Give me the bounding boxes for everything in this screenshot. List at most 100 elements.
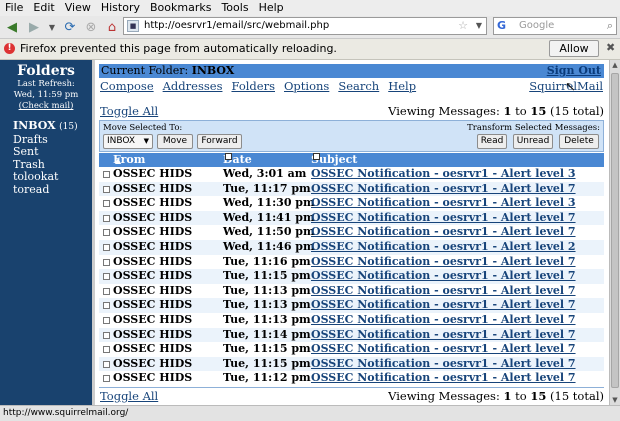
row-subject-link[interactable]: OSSEC Notification - oesrvr1 - Alert lev… [311, 211, 576, 226]
range-to: to [515, 104, 527, 118]
row-subject-link[interactable]: OSSEC Notification - oesrvr1 - Alert lev… [311, 196, 576, 211]
folder-toread[interactable]: toread [13, 183, 78, 197]
nav-options[interactable]: Options [284, 79, 329, 93]
read-button[interactable]: Read [477, 134, 507, 149]
row-checkbox[interactable] [103, 360, 110, 368]
row-subject-link[interactable]: OSSEC Notification - oesrvr1 - Alert lev… [311, 284, 576, 299]
table-row[interactable]: OSSEC HIDS Tue, 11:13 pm OSSEC Notificatio… [99, 313, 604, 328]
row-date: Tue, 11:15 pm [223, 342, 311, 356]
search-bar[interactable]: G Google ⌕ [493, 17, 617, 35]
row-checkbox[interactable] [103, 171, 110, 178]
bookmark-star-icon[interactable]: ☆ [458, 18, 468, 34]
row-checkbox[interactable] [103, 287, 110, 295]
row-checkbox[interactable] [103, 229, 110, 237]
table-row[interactable]: OSSEC HIDS Wed, 11:30 pm OSSEC Notificatio… [99, 196, 604, 211]
history-dropdown-icon[interactable]: ▼ [43, 18, 61, 36]
row-checkbox[interactable] [103, 302, 110, 310]
row-subject-link[interactable]: OSSEC Notification - oesrvr1 - Alert lev… [311, 342, 576, 357]
row-checkbox[interactable] [103, 214, 110, 222]
url-dropdown-icon[interactable]: ▼ [476, 18, 482, 34]
table-row[interactable]: OSSEC HIDS Tue, 11:17 pm OSSEC Notificatio… [99, 181, 604, 197]
check-mail-link[interactable]: (Check mail) [0, 101, 92, 112]
menu-tools[interactable]: Tools [216, 0, 253, 14]
home-icon[interactable]: ⌂ [103, 18, 121, 36]
table-row[interactable]: OSSEC HIDS Tue, 11:13 pm OSSEC Notificatio… [99, 284, 604, 299]
row-checkbox[interactable] [103, 316, 110, 324]
row-subject-link[interactable]: OSSEC Notification - oesrvr1 - Alert lev… [311, 255, 576, 270]
nav-search[interactable]: Search [338, 79, 379, 93]
sort-toggle-icon[interactable] [313, 153, 320, 160]
row-from: OSSEC HIDS [113, 269, 193, 283]
delete-button[interactable]: Delete [559, 134, 599, 149]
nav-help[interactable]: Help [388, 79, 416, 93]
unread-button[interactable]: Unread [513, 134, 553, 149]
row-subject-link[interactable]: OSSEC Notification - oesrvr1 - Alert lev… [311, 313, 576, 328]
row-checkbox[interactable] [103, 185, 110, 193]
table-row[interactable]: OSSEC HIDS Tue, 11:14 pm OSSEC Notificatio… [99, 327, 604, 343]
stop-icon[interactable]: ⊗ [82, 18, 100, 36]
row-subject-link[interactable]: OSSEC Notification - oesrvr1 - Alert lev… [311, 298, 576, 313]
scroll-down-icon[interactable]: ▼ [611, 396, 619, 404]
last-refresh: Last Refresh: Wed, 11:59 pm (Check mail) [0, 79, 92, 112]
row-checkbox[interactable] [103, 258, 110, 266]
table-row[interactable]: OSSEC HIDS Tue, 11:15 pm OSSEC Notificatio… [99, 342, 604, 357]
menu-bookmarks[interactable]: Bookmarks [145, 0, 216, 14]
table-row[interactable]: OSSEC HIDS Wed, 11:41 pm OSSEC Notificatio… [99, 210, 604, 226]
nav-addresses[interactable]: Addresses [163, 79, 223, 93]
folder-sent[interactable]: Sent [13, 145, 78, 159]
scroll-up-icon[interactable]: ▲ [611, 61, 619, 69]
nav-compose[interactable]: Compose [100, 79, 154, 93]
row-subject-link[interactable]: OSSEC Notification - oesrvr1 - Alert lev… [311, 240, 576, 255]
table-row[interactable]: OSSEC HIDS Tue, 11:15 pm OSSEC Notificatio… [99, 356, 604, 372]
table-row[interactable]: OSSEC HIDS Wed, 3:01 am OSSEC Notification… [99, 167, 604, 182]
table-row[interactable]: OSSEC HIDS Wed, 11:50 pm OSSEC Notificatio… [99, 225, 604, 240]
sort-asc-icon[interactable]: ▲ [115, 153, 121, 167]
url-bar[interactable]: ■ http://oesrvr1/email/src/webmail.php ☆… [123, 17, 487, 35]
menu-edit[interactable]: Edit [28, 0, 59, 14]
folder-inbox[interactable]: INBOX (15) [13, 119, 78, 134]
move-folder-select[interactable]: INBOX ▼ [103, 134, 153, 149]
menu-file[interactable]: File [0, 0, 28, 14]
sign-out-link[interactable]: Sign Out [547, 64, 601, 78]
current-folder: Current Folder: INBOX [101, 64, 234, 78]
row-checkbox[interactable] [103, 243, 110, 251]
main-nav: Compose Addresses Folders Options Search Help [100, 79, 425, 93]
row-checkbox[interactable] [103, 200, 110, 208]
row-subject-link[interactable]: OSSEC Notification - oesrvr1 - Alert lev… [311, 269, 576, 284]
menu-help[interactable]: Help [254, 0, 289, 14]
row-checkbox[interactable] [103, 273, 110, 281]
menu-view[interactable]: View [60, 0, 96, 14]
forward-button[interactable]: Forward [197, 134, 242, 149]
close-icon[interactable]: ✖ [606, 41, 615, 54]
reload-icon[interactable]: ⟳ [61, 18, 79, 36]
move-button[interactable]: Move [157, 134, 193, 149]
sort-toggle-icon[interactable] [225, 153, 232, 160]
row-checkbox[interactable] [103, 331, 110, 339]
vertical-scrollbar[interactable]: ▲ ▼ [609, 60, 620, 405]
google-engine-icon[interactable]: G [497, 19, 510, 32]
row-subject-link[interactable]: OSSEC Notification - oesrvr1 - Alert lev… [311, 371, 576, 386]
menu-history[interactable]: History [96, 0, 145, 14]
forward-icon[interactable]: ▶ [25, 18, 43, 36]
row-checkbox[interactable] [103, 346, 110, 354]
allow-button[interactable]: Allow [549, 40, 599, 57]
toggle-all-link[interactable]: Toggle All [100, 104, 158, 118]
table-row[interactable]: OSSEC HIDS Wed, 11:46 pm OSSEC Notificatio… [99, 239, 604, 255]
row-subject-link[interactable]: OSSEC Notification - oesrvr1 - Alert lev… [311, 328, 576, 343]
row-subject-link[interactable]: OSSEC Notification - oesrvr1 - Alert lev… [311, 357, 576, 372]
range-start: 1 [503, 389, 512, 403]
row-checkbox[interactable] [103, 375, 110, 383]
row-subject-link[interactable]: OSSEC Notification - oesrvr1 - Alert lev… [311, 182, 576, 197]
table-row[interactable]: OSSEC HIDS Tue, 11:16 pm OSSEC Notificatio… [99, 255, 604, 270]
table-row[interactable]: OSSEC HIDS Tue, 11:13 pm OSSEC Notificatio… [99, 298, 604, 313]
search-icon[interactable]: ⌕ [607, 18, 613, 34]
nav-folders[interactable]: Folders [231, 79, 275, 93]
toggle-all-link-bottom[interactable]: Toggle All [100, 389, 158, 403]
row-subject-link[interactable]: OSSEC Notification - oesrvr1 - Alert lev… [311, 167, 576, 182]
scrollbar-thumb[interactable] [611, 73, 619, 388]
table-row[interactable]: OSSEC HIDS Tue, 11:12 pm OSSEC Notificatio… [99, 371, 604, 386]
back-icon[interactable]: ◀ [3, 18, 21, 36]
table-row[interactable]: OSSEC HIDS Tue, 11:15 pm OSSEC Notificatio… [99, 269, 604, 284]
row-subject-link[interactable]: OSSEC Notification - oesrvr1 - Alert lev… [311, 225, 576, 240]
folder-tolookat[interactable]: tolookat [13, 170, 78, 184]
